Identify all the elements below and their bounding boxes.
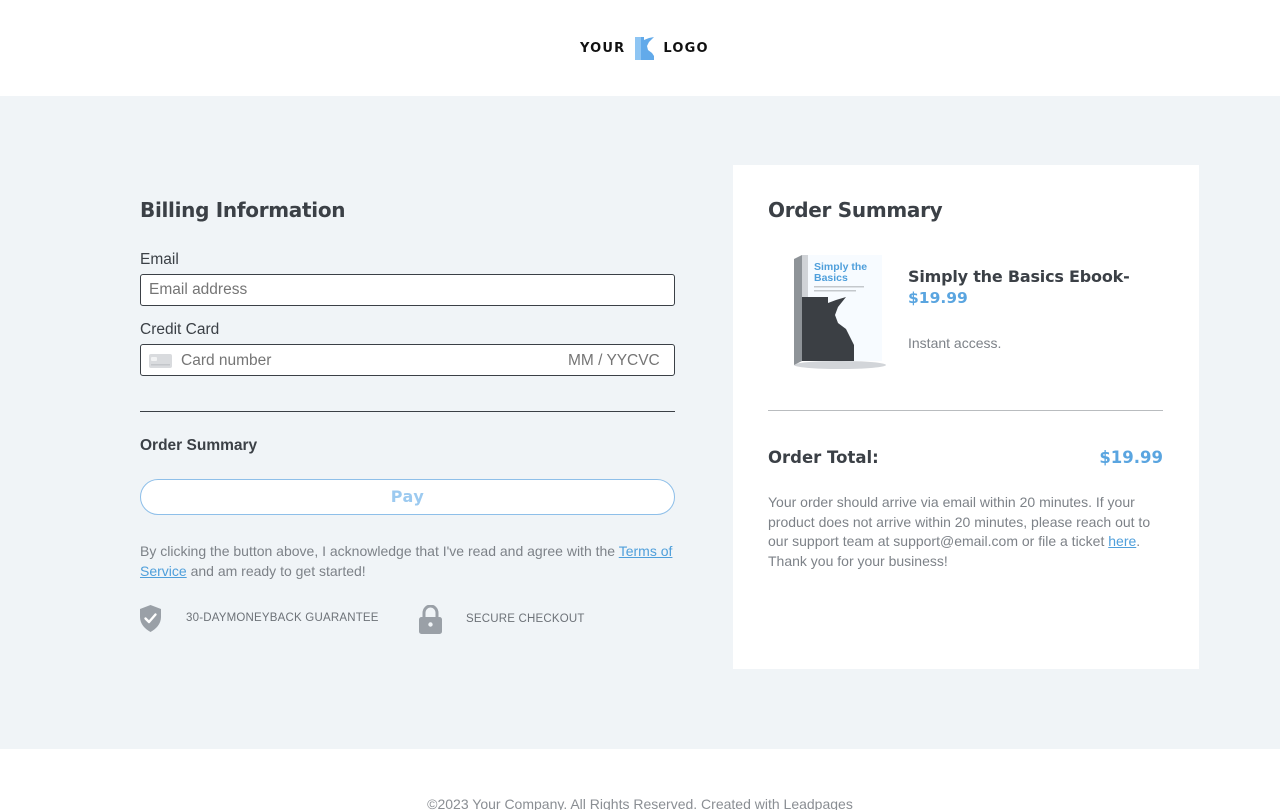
money-back-guarantee-text: 30-DAYMONEYBACK GUARANTEE bbox=[186, 612, 379, 624]
product-name: Simply the Basics Ebook- bbox=[908, 267, 1130, 286]
legal-text: By clicking the button above, I acknowle… bbox=[140, 542, 675, 581]
delivery-note: Your order should arrive via email withi… bbox=[768, 493, 1163, 571]
pay-button[interactable]: Pay bbox=[140, 479, 675, 515]
credit-card-icon bbox=[149, 354, 172, 368]
order-total-value: $19.99 bbox=[1099, 448, 1163, 467]
email-input[interactable] bbox=[140, 274, 675, 306]
checkout-section: Billing Information Email Credit Card Ca… bbox=[0, 96, 1280, 749]
order-summary-label: Order Summary bbox=[140, 437, 258, 454]
state-map-icon bbox=[635, 36, 655, 60]
billing-form: Billing Information Email Credit Card Ca… bbox=[140, 96, 675, 749]
logo[interactable]: YOUR LOGO bbox=[580, 35, 709, 61]
delivery-note-suffix: . bbox=[1136, 533, 1141, 549]
logo-text-right: LOGO bbox=[663, 40, 709, 56]
page-header: YOUR LOGO bbox=[0, 0, 1280, 96]
product-price: $19.99 bbox=[908, 289, 968, 307]
logo-text-left: YOUR bbox=[580, 40, 626, 56]
shield-check-icon bbox=[140, 605, 161, 632]
card-cvc-input[interactable]: CVC bbox=[627, 352, 660, 370]
thank-you-text: Thank you for your business! bbox=[768, 552, 948, 569]
legal-suffix: and am ready to get started! bbox=[186, 562, 366, 579]
order-total-label: Order Total: bbox=[768, 448, 879, 467]
order-summary-title: Order Summary bbox=[768, 198, 943, 222]
copyright-text: ©2023 Your Company. All Rights Reserved.… bbox=[427, 796, 853, 810]
lock-icon bbox=[419, 605, 442, 634]
credit-card-label: Credit Card bbox=[140, 321, 220, 338]
card-expiry-input[interactable]: MM / YY bbox=[568, 352, 627, 370]
divider bbox=[140, 411, 675, 412]
delivery-note-text: Your order should arrive via email withi… bbox=[768, 494, 1151, 549]
billing-title: Billing Information bbox=[140, 198, 346, 222]
product-description: Instant access. bbox=[908, 335, 1002, 351]
ebook-cover-image: Simply the Basics bbox=[794, 255, 886, 369]
secure-checkout-text: SECURE CHECKOUT bbox=[466, 613, 585, 625]
order-summary-card: Order Summary Simply the Basics Simply t… bbox=[733, 165, 1199, 669]
page-footer: ©2023 Your Company. All Rights Reserved.… bbox=[0, 749, 1280, 810]
ebook-cover-title-line-2: Basics bbox=[814, 272, 848, 284]
divider bbox=[768, 410, 1163, 411]
card-number-input[interactable]: Card number bbox=[181, 352, 271, 370]
support-ticket-link[interactable]: here bbox=[1108, 533, 1136, 549]
email-label: Email bbox=[140, 251, 179, 268]
legal-prefix: By clicking the button above, I acknowle… bbox=[140, 543, 619, 559]
credit-card-field[interactable]: Card number MM / YY CVC bbox=[140, 344, 675, 376]
